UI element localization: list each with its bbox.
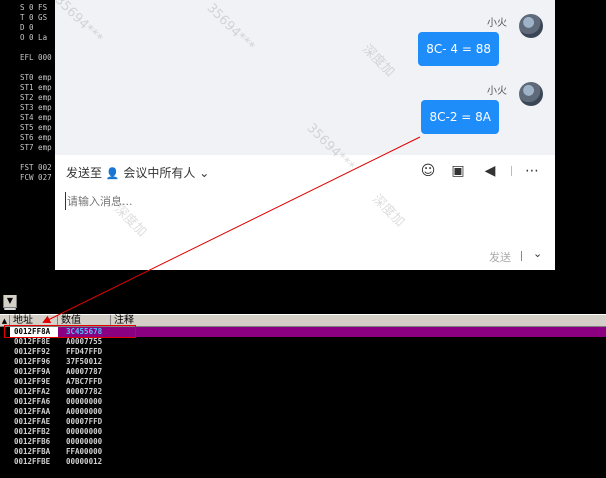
annotation-arrow	[42, 136, 421, 323]
